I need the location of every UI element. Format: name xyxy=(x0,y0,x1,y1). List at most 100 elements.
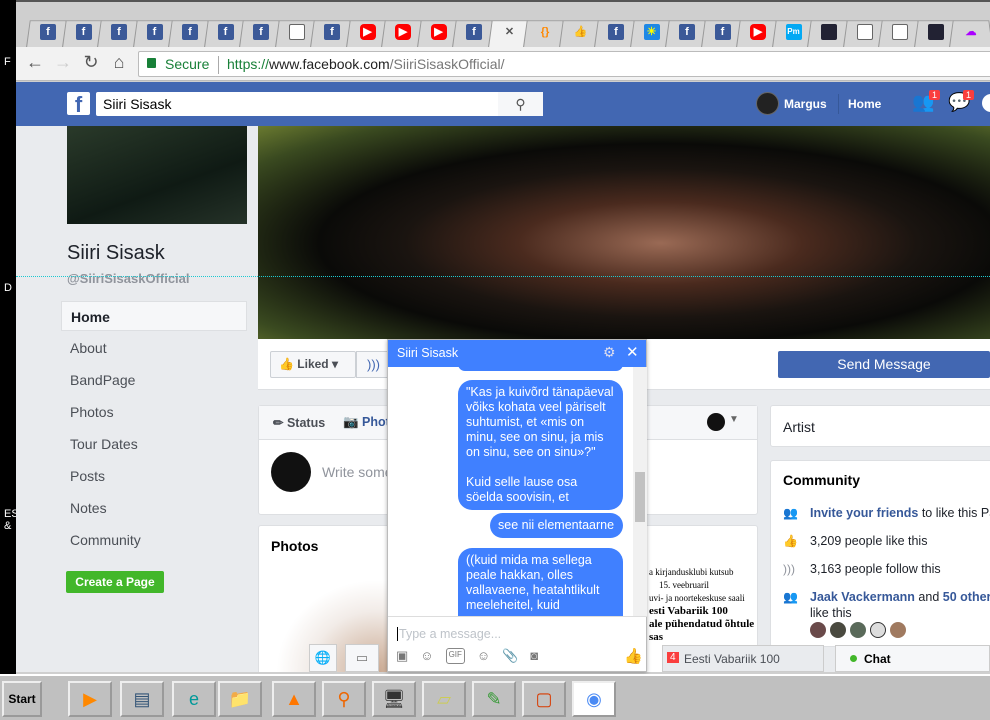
other-friends-link[interactable]: 50 other friends xyxy=(943,590,990,604)
facebook-header: f Siiri Sisask ⚲ Margus Home 👥 1 💬 1 xyxy=(16,82,990,126)
media-player-taskbar-icon[interactable]: ▶ xyxy=(68,681,112,717)
facebook-icon: f xyxy=(253,24,269,40)
user-name-link[interactable]: Margus xyxy=(784,97,827,111)
nav-home[interactable]: Home xyxy=(61,301,247,331)
youtube-icon: ▶ xyxy=(359,24,376,40)
camera-icon[interactable]: ◙ xyxy=(530,648,538,664)
desktop-char: & xyxy=(4,520,12,532)
cloud-icon: ☁ xyxy=(965,26,977,38)
comments-icon[interactable]: ▭ xyxy=(345,644,379,672)
friend-avatar[interactable] xyxy=(850,622,866,638)
rss-icon: ))) xyxy=(367,357,380,372)
chevron-down-icon[interactable]: ▼ xyxy=(729,414,739,425)
friend-avatar[interactable] xyxy=(810,622,826,638)
photo-icon[interactable]: ▣ xyxy=(396,648,408,664)
url-host: www.facebook.com xyxy=(269,56,390,72)
youtube-icon: ▶ xyxy=(430,24,447,40)
nav-posts[interactable]: Posts xyxy=(61,461,247,491)
guide-line xyxy=(16,276,990,277)
chat-header[interactable]: Siiri Sisask ⚙ ✕ xyxy=(388,340,646,367)
friend-link[interactable]: Jaak Vackermann xyxy=(810,590,915,604)
scrollbar-thumb[interactable] xyxy=(635,472,645,522)
office-taskbar-icon[interactable]: ▢ xyxy=(522,681,566,717)
send-message-button[interactable]: Send Message xyxy=(778,351,990,378)
chat-tab-group[interactable]: 4 Eesti Vabariik 100 xyxy=(662,645,824,672)
nav-about[interactable]: About xyxy=(61,333,247,363)
category-label[interactable]: Artist xyxy=(783,419,815,435)
folder-taskbar-icon[interactable]: 📁 xyxy=(218,681,262,717)
sun-icon: ☀ xyxy=(643,24,660,40)
home-button[interactable]: ⌂ xyxy=(108,52,130,73)
home-link[interactable]: Home xyxy=(848,97,881,111)
search-input[interactable]: Siiri Sisask ⚲ xyxy=(96,92,543,116)
liked-button[interactable]: 👍 Liked ▾ xyxy=(270,351,356,378)
facebook-logo[interactable]: f xyxy=(67,92,90,117)
emoji-icon[interactable]: ☺ xyxy=(477,648,490,664)
user-avatar[interactable] xyxy=(756,92,779,115)
cover-photo[interactable] xyxy=(258,126,990,339)
facebook-icon: f xyxy=(182,24,198,40)
friend-avatar[interactable] xyxy=(890,622,906,638)
create-page-button[interactable]: Create a Page xyxy=(66,571,164,593)
facebook-notify-icon: f xyxy=(75,24,92,40)
sticker-icon[interactable]: ☺ xyxy=(420,648,433,664)
youtube-icon: ▶ xyxy=(395,24,411,40)
facebook-icon: f xyxy=(608,24,624,40)
attach-icon[interactable]: 📎 xyxy=(502,648,518,664)
eset-taskbar-icon[interactable]: e xyxy=(172,681,216,717)
nav-community[interactable]: Community xyxy=(61,525,247,555)
thumbs-up-icon: 👍 xyxy=(783,534,798,548)
reload-button[interactable]: ↻ xyxy=(80,52,102,73)
status-tab[interactable]: ✏ Status xyxy=(273,415,325,430)
back-button[interactable]: ← xyxy=(24,52,46,73)
notifications-icon[interactable] xyxy=(982,94,990,112)
rss-icon: ))) xyxy=(783,562,795,576)
facebook-icon: f xyxy=(466,24,482,40)
monitor-taskbar-icon[interactable]: 🖥 xyxy=(372,681,416,717)
gif-icon[interactable]: GIF xyxy=(445,648,465,664)
chat-tab-name: Eesti Vabariik 100 xyxy=(684,652,780,666)
chat-scrollbar[interactable] xyxy=(633,367,647,616)
close-icon[interactable]: ✕ xyxy=(626,343,639,361)
thumbs-up-icon: 👍 xyxy=(279,357,294,371)
message-input[interactable]: Type a message... xyxy=(397,627,501,641)
like-send-icon[interactable]: 👍 xyxy=(624,647,643,665)
search-tool-taskbar-icon[interactable]: ⚲ xyxy=(322,681,366,717)
facebook-icon: f xyxy=(217,24,234,40)
page-avatar xyxy=(271,452,311,492)
chrome-taskbar-icon[interactable]: ◉ xyxy=(572,681,616,717)
invite-friends-link[interactable]: Invite your friends xyxy=(810,506,918,520)
page-handle[interactable]: @SiiriSisaskOfficial xyxy=(67,271,190,286)
globe-icon[interactable]: 🌐 xyxy=(309,644,337,672)
address-bar[interactable]: Secure https://www.facebook.com/SiiriSis… xyxy=(138,51,990,77)
notepad-plus-plus-taskbar-icon[interactable]: ✎ xyxy=(472,681,516,717)
friends-icon: 👥 xyxy=(783,590,798,604)
friend-avatar[interactable] xyxy=(870,622,886,638)
vlc-taskbar-icon[interactable]: ▲ xyxy=(272,681,316,717)
chat-title[interactable]: Siiri Sisask xyxy=(397,346,458,360)
community-title[interactable]: Community xyxy=(783,472,860,488)
nav-tour-dates[interactable]: Tour Dates xyxy=(61,429,247,459)
gear-icon[interactable]: ⚙ xyxy=(603,344,616,361)
profile-picture[interactable] xyxy=(67,126,247,224)
chat-messages[interactable]: "Kas ja kuivõrd tänapäeval võiks kohata … xyxy=(388,367,648,616)
friend-avatar[interactable] xyxy=(830,622,846,638)
nav-photos[interactable]: Photos xyxy=(61,397,247,427)
window-app-taskbar-icon[interactable]: ▤ xyxy=(120,681,164,717)
start-button[interactable]: Start xyxy=(2,681,42,717)
browser-window: f f f f f f f f ▶ ▶ ▶ f ✕ {} 👍 f ☀ f f ▶ Pm ☁ ← → ↻ ⌂ Secure … xyxy=(16,0,990,674)
facebook-icon: f xyxy=(679,24,695,40)
desktop-char: F xyxy=(4,56,11,68)
page-name[interactable]: Siiri Sisask xyxy=(67,242,165,265)
post-as-avatar[interactable] xyxy=(707,413,725,431)
chat-message: see nii elementaarne xyxy=(490,513,623,538)
sticky-notes-taskbar-icon[interactable]: ▱ xyxy=(422,681,466,717)
likes-count: 3,209 people like this xyxy=(810,534,928,548)
facebook-icon: f xyxy=(40,24,56,40)
chat-sidebar-button[interactable]: Chat xyxy=(835,645,990,672)
search-icon[interactable]: ⚲ xyxy=(498,92,543,116)
nav-notes[interactable]: Notes xyxy=(61,493,247,523)
nav-bandpage[interactable]: BandPage xyxy=(61,365,247,395)
photos-title[interactable]: Photos xyxy=(271,538,318,554)
forward-button[interactable]: → xyxy=(52,52,74,73)
